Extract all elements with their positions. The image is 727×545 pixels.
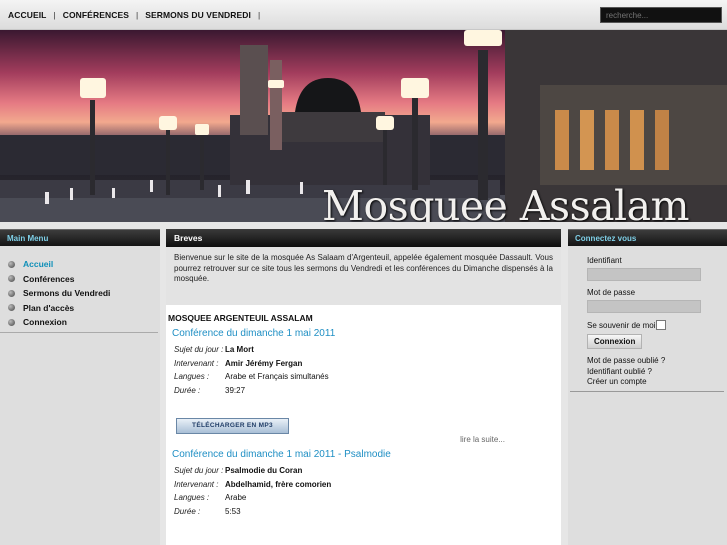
article: Conférence du dimanche 1 mai 2011 Sujet …: [166, 328, 561, 444]
menu-item-sermons[interactable]: Sermons du Vendredi: [8, 286, 160, 301]
field-value: Psalmodie du Coran: [225, 466, 303, 476]
field-value: Amir Jérémy Fergan: [225, 358, 303, 368]
field-label: Langues :: [174, 372, 210, 382]
field-value: 39:27: [225, 385, 246, 395]
bullet-icon: [8, 304, 15, 312]
password-field[interactable]: [587, 300, 701, 313]
remember-me-checkbox[interactable]: [656, 320, 667, 330]
section-title: MOSQUEE ARGENTEUIL ASSALAM: [168, 313, 313, 323]
breves-text: Bienvenue sur le site de la mosquée As S…: [166, 247, 561, 305]
field-label: Intervenant :: [174, 479, 219, 489]
divider: [0, 332, 158, 333]
search-input[interactable]: [600, 7, 722, 23]
top-nav: ACCUEIL | CONFÉRENCES | SERMONS DU VENDR…: [8, 10, 267, 20]
field-label: Sujet du jour :: [174, 345, 224, 355]
field-label: Sujet du jour :: [174, 466, 224, 476]
read-more-link[interactable]: lire la suite...: [172, 435, 555, 444]
nav-separator: |: [53, 10, 56, 20]
username-label: Identifiant: [587, 256, 622, 265]
right-sidebar: Connectez vous Identifiant Mot de passe …: [568, 229, 727, 545]
article-field-sujet: Sujet du jour : La Mort: [172, 343, 555, 357]
nav-link-accueil[interactable]: ACCUEIL: [8, 10, 46, 20]
top-navigation-bar: ACCUEIL | CONFÉRENCES | SERMONS DU VENDR…: [0, 0, 727, 30]
article-title[interactable]: Conférence du dimanche 1 mai 2011 - Psal…: [172, 449, 555, 460]
field-value: Arabe et Français simultanés: [225, 372, 329, 382]
bullet-icon: [8, 318, 15, 326]
nav-link-conferences[interactable]: CONFÉRENCES: [63, 10, 129, 20]
article-field-langues: Langues : Arabe et Français simultanés: [172, 370, 555, 384]
article-title[interactable]: Conférence du dimanche 1 mai 2011: [172, 328, 555, 339]
field-label: Durée :: [174, 385, 201, 395]
nav-separator: |: [135, 10, 139, 20]
login-panel-title: Connectez vous: [568, 229, 727, 246]
field-label: Intervenant :: [174, 358, 219, 368]
header-banner: Mosquee Assalam: [0, 30, 727, 222]
bullet-icon: [8, 289, 15, 297]
nav-link-sermons[interactable]: SERMONS DU VENDREDI: [145, 10, 251, 20]
menu-item-label: Sermons du Vendredi: [23, 288, 111, 299]
field-value: La Mort: [225, 345, 254, 355]
bullet-icon: [8, 275, 15, 283]
menu-item-label: Plan d'accès: [23, 302, 75, 313]
remember-me: Se souvenir de moi: [587, 320, 727, 330]
bullet-icon: [8, 260, 15, 268]
article-field-intervenant: Intervenant : Amir Jérémy Fergan: [172, 357, 555, 371]
article-field-sujet: Sujet du jour : Psalmodie du Coran: [172, 464, 555, 478]
menu-item-label: Accueil: [23, 259, 54, 270]
menu-item-conferences[interactable]: Conférences: [8, 272, 160, 287]
field-value: 5:53: [225, 506, 241, 516]
menu-item-label: Connexion: [23, 317, 67, 328]
menu-item-plan[interactable]: Plan d'accès: [8, 301, 160, 316]
article-field-intervenant: Intervenant : Abdelhamid, frère comorien: [172, 478, 555, 492]
remember-me-label: Se souvenir de moi: [587, 320, 656, 330]
menu-item-connexion[interactable]: Connexion: [8, 315, 160, 330]
menu-item-accueil[interactable]: Accueil: [8, 257, 160, 272]
article-field-duree: Durée : 5:53: [172, 505, 555, 519]
nav-separator: |: [258, 10, 261, 20]
article-field-langues: Langues : Arabe: [172, 491, 555, 505]
menu-item-label: Conférences: [23, 273, 75, 284]
field-label: Langues :: [174, 493, 210, 503]
download-mp3-button[interactable]: TÉLÉCHARGER EN MP3: [176, 418, 289, 434]
login-form: Identifiant Mot de passe Se souvenir de …: [568, 246, 727, 388]
password-label: Mot de passe: [587, 288, 636, 297]
main-menu-title: Main Menu: [0, 229, 160, 246]
username-field[interactable]: [587, 268, 701, 281]
login-button[interactable]: Connexion: [587, 334, 643, 349]
field-value: Abdelhamid, frère comorien: [225, 479, 332, 489]
field-value: Arabe: [225, 493, 247, 503]
main-content: Breves Bienvenue sur le site de la mosqu…: [166, 229, 561, 545]
forgot-password-link[interactable]: Mot de passe oublié ?: [587, 356, 727, 367]
article: Conférence du dimanche 1 mai 2011 - Psal…: [166, 449, 561, 518]
left-sidebar: Main Menu Accueil Conférences Sermons du…: [0, 229, 160, 545]
breves-title: Breves: [166, 229, 561, 247]
main-menu: Accueil Conférences Sermons du Vendredi …: [0, 246, 160, 330]
article-field-duree: Durée : 39:27: [172, 384, 555, 398]
field-label: Durée :: [174, 506, 201, 516]
divider: [570, 391, 724, 392]
forgot-username-link[interactable]: Identifiant oublié ?: [587, 367, 727, 378]
site-title: Mosquee Assalam: [322, 182, 690, 223]
create-account-link[interactable]: Créer un compte: [587, 377, 727, 388]
